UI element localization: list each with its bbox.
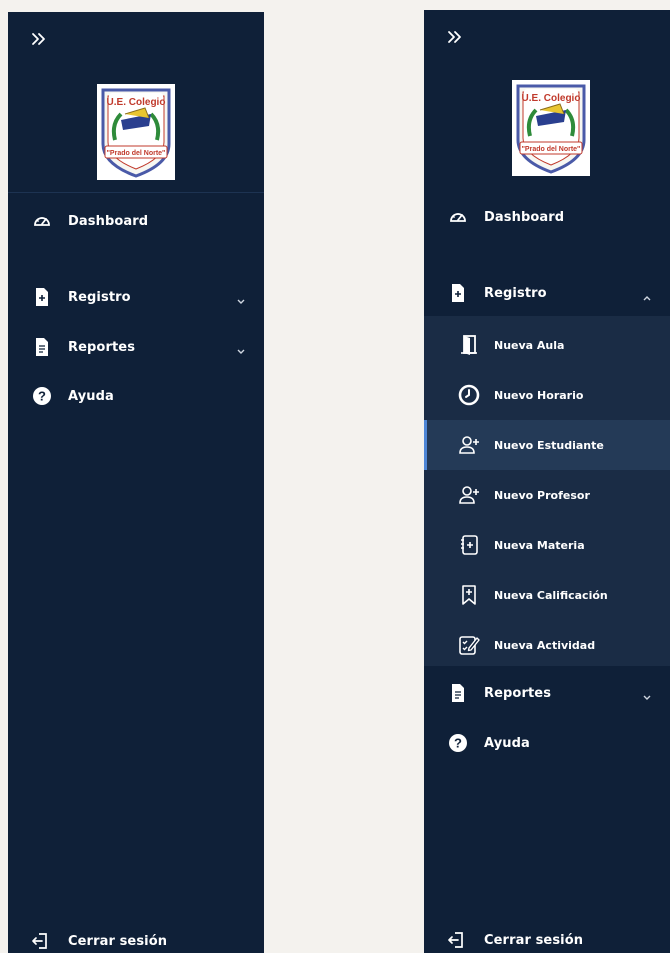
svg-text:?: ?: [454, 736, 462, 751]
logout-icon: [30, 931, 50, 951]
nav-item-dashboard[interactable]: Dashboard: [424, 200, 670, 234]
chevron-down-icon[interactable]: [236, 292, 246, 304]
nav-label-registro: Registro: [68, 289, 131, 305]
submenu-item-nueva-actividad[interactable]: Nueva Actividad: [424, 620, 670, 670]
submenu-label-nueva-actividad: Nueva Actividad: [494, 638, 596, 652]
submenu-label-nueva-aula: Nueva Aula: [494, 338, 565, 352]
svg-text:"Prado del Norte": "Prado del Norte": [107, 150, 166, 157]
user-plus-icon: [458, 434, 480, 456]
logout-button[interactable]: Cerrar sesión: [8, 926, 264, 953]
logout-label: Cerrar sesión: [68, 933, 168, 949]
nav-label-ayuda: Ayuda: [484, 735, 530, 751]
checklist-edit-icon: [458, 634, 480, 656]
nav-label-dashboard: Dashboard: [484, 209, 565, 225]
nav-item-registro[interactable]: Registro: [8, 280, 264, 314]
document-icon: [32, 337, 52, 357]
expand-toggle-icon[interactable]: [30, 30, 48, 48]
header-divider: [8, 192, 264, 193]
nav-item-ayuda[interactable]: ? Ayuda: [424, 726, 670, 760]
submenu-item-nueva-aula[interactable]: Nueva Aula: [424, 320, 670, 370]
nav-label-registro: Registro: [484, 285, 547, 301]
nav-item-dashboard[interactable]: Dashboard: [8, 204, 264, 238]
submenu-label-nueva-calificacion: Nueva Calificación: [494, 588, 608, 602]
submenu-item-nuevo-horario[interactable]: Nuevo Horario: [424, 370, 670, 420]
nav-item-registro[interactable]: Registro: [424, 276, 670, 310]
svg-text:U.E. Colegio: U.E. Colegio: [107, 97, 166, 108]
gauge-icon: [32, 211, 52, 231]
door-icon: [458, 334, 480, 356]
svg-text:?: ?: [38, 389, 46, 404]
user-plus-icon: [458, 484, 480, 506]
help-circle-icon: ?: [32, 386, 52, 406]
expand-toggle-icon[interactable]: [446, 28, 464, 46]
gauge-icon: [448, 207, 468, 227]
nav-item-reportes[interactable]: Reportes: [424, 676, 670, 710]
nav-item-ayuda[interactable]: ? Ayuda: [8, 379, 264, 413]
chevron-down-icon[interactable]: [236, 342, 246, 354]
logout-label: Cerrar sesión: [484, 932, 584, 948]
file-plus-icon: [32, 287, 52, 307]
registro-submenu: Nueva Aula Nuevo Horario Nuevo Estudiant…: [424, 316, 670, 666]
submenu-item-nuevo-estudiante[interactable]: Nuevo Estudiante: [424, 420, 670, 470]
notebook-plus-icon: [458, 534, 480, 556]
school-logo: U.E. Colegio "Prado del Norte": [97, 84, 175, 180]
nav-label-reportes: Reportes: [68, 339, 136, 355]
logout-button[interactable]: Cerrar sesión: [424, 925, 670, 953]
sidebar-expanded: U.E. Colegio "Prado del Norte" Dashboard…: [424, 10, 670, 953]
submenu-label-nuevo-profesor: Nuevo Profesor: [494, 488, 590, 502]
file-plus-icon: [448, 283, 468, 303]
sidebar-collapsed: U.E. Colegio "Prado del Norte" Dashboard…: [8, 12, 264, 953]
svg-text:"Prado del Norte": "Prado del Norte": [522, 146, 581, 153]
submenu-item-nuevo-profesor[interactable]: Nuevo Profesor: [424, 470, 670, 520]
chevron-up-icon[interactable]: [642, 288, 652, 301]
clock-icon: [458, 384, 480, 406]
logout-icon: [446, 930, 466, 950]
nav-label-ayuda: Ayuda: [68, 388, 114, 404]
school-logo: U.E. Colegio "Prado del Norte": [512, 80, 590, 176]
submenu-label-nuevo-estudiante: Nuevo Estudiante: [494, 438, 604, 452]
svg-text:U.E. Colegio: U.E. Colegio: [522, 93, 581, 104]
submenu-item-nueva-materia[interactable]: Nueva Materia: [424, 520, 670, 570]
help-circle-icon: ?: [448, 733, 468, 753]
bookmark-plus-icon: [458, 584, 480, 606]
nav-label-dashboard: Dashboard: [68, 213, 149, 229]
submenu-label-nueva-materia: Nueva Materia: [494, 538, 585, 552]
chevron-down-icon[interactable]: [642, 688, 652, 700]
submenu-item-nueva-calificacion[interactable]: Nueva Calificación: [424, 570, 670, 620]
nav-item-reportes[interactable]: Reportes: [8, 330, 264, 364]
document-icon: [448, 683, 468, 703]
nav-label-reportes: Reportes: [484, 685, 552, 701]
submenu-label-nuevo-horario: Nuevo Horario: [494, 388, 584, 402]
